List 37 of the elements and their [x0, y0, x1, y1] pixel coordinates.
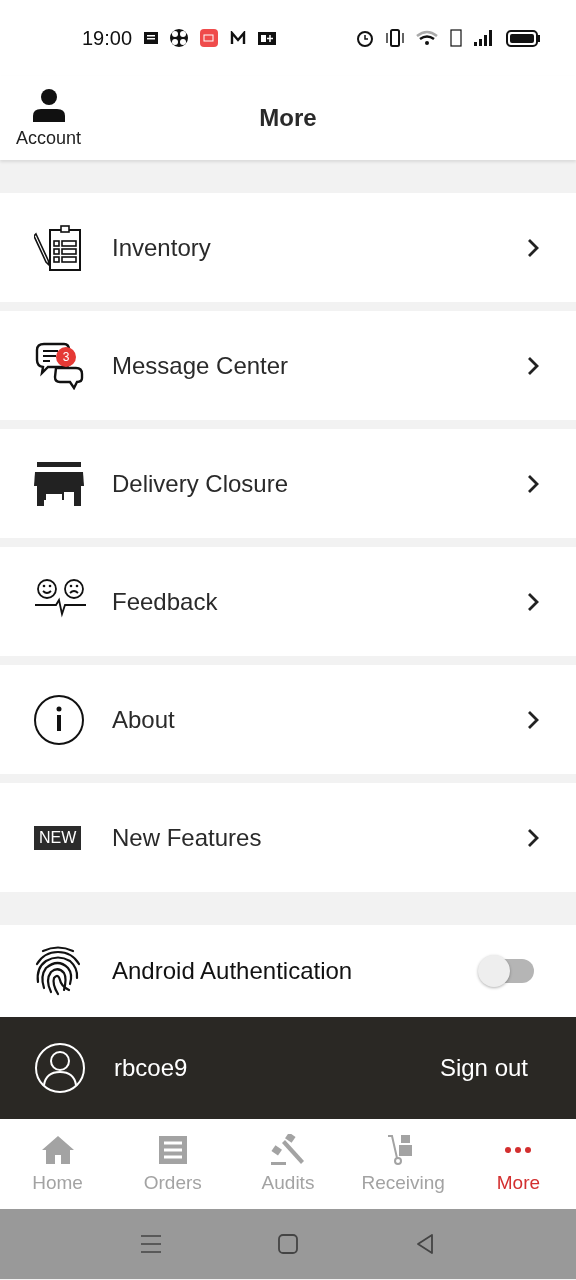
menu-item[interactable]: Delivery Closure [0, 429, 576, 538]
chevron-right-icon [526, 354, 540, 377]
sign-out-button[interactable]: Sign out [439, 1054, 528, 1082]
page-title: More [259, 104, 317, 132]
account-button[interactable]: Account [0, 87, 82, 149]
status-time: 19:00 [82, 26, 133, 50]
clover-icon [170, 29, 189, 47]
home-icon [40, 1134, 75, 1166]
more-dots-icon [505, 1147, 532, 1153]
chevron-right-icon [526, 708, 540, 731]
menu-item[interactable]: About [0, 665, 576, 774]
vibrate-icon [386, 29, 404, 47]
chevron-right-icon [526, 590, 540, 613]
battery-icon [506, 29, 540, 47]
person-icon [31, 87, 66, 122]
wifi-icon [416, 30, 438, 46]
chevron-right-icon [526, 826, 540, 849]
gavel-icon [271, 1134, 305, 1166]
fingerprint-icon [34, 946, 82, 996]
username: rbcoe9 [114, 1054, 188, 1082]
setting-label: Android Authentication [112, 957, 354, 985]
menu-item[interactable]: 3 Message Center [0, 311, 576, 420]
tab-bar-item[interactable]: More [460, 1119, 576, 1209]
chevron-right-icon [526, 472, 540, 495]
menu-icon[interactable] [140, 1234, 162, 1254]
back-icon[interactable] [414, 1233, 436, 1255]
signal-icon [474, 29, 494, 47]
chevron-right-icon [526, 236, 540, 259]
new-tag: NEW [34, 825, 82, 850]
menu-item[interactable]: NEW New Features [0, 783, 576, 892]
mail-icon [230, 31, 247, 45]
menu-item[interactable]: Feedback [0, 547, 576, 656]
menu-item[interactable]: Inventory [0, 193, 576, 302]
user-avatar-icon [34, 1042, 86, 1094]
alarm-icon [356, 29, 374, 47]
message-icon [144, 32, 159, 44]
home-button-icon[interactable] [277, 1233, 299, 1255]
